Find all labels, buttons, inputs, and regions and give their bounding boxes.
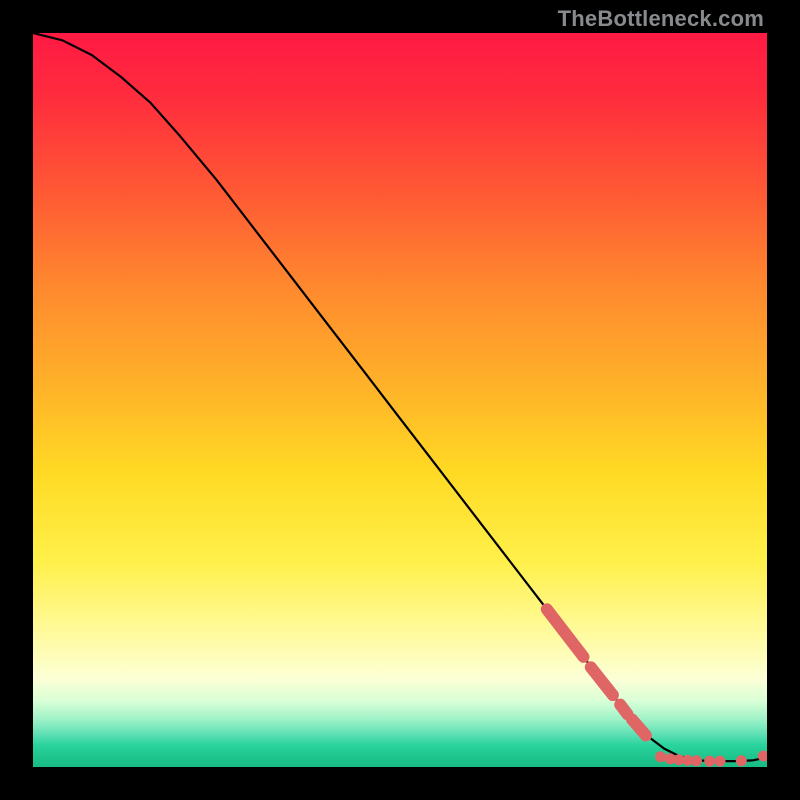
chart-frame: TheBottleneck.com	[0, 0, 800, 800]
gradient-plot-area	[33, 33, 767, 767]
watermark-text: TheBottleneck.com	[558, 6, 764, 32]
